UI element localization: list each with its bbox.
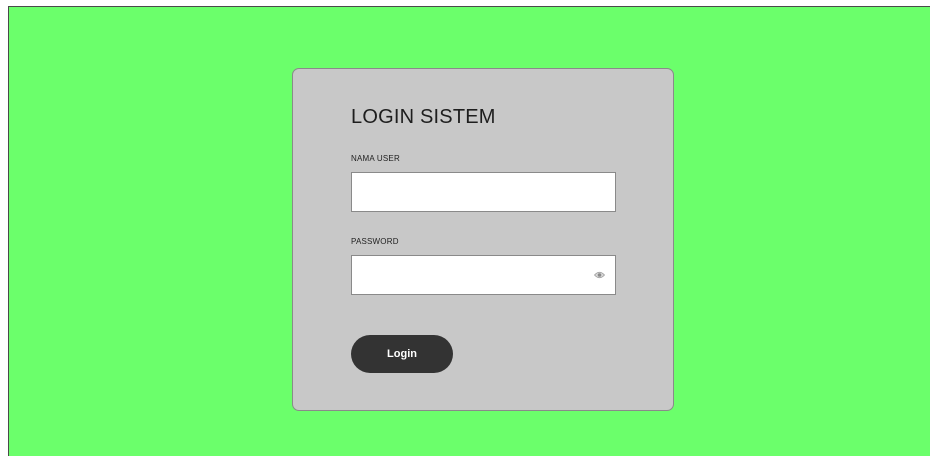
username-label: NAMA USER [351, 154, 400, 163]
password-input[interactable] [351, 255, 616, 295]
eye-icon[interactable] [592, 269, 606, 281]
login-button[interactable]: Login [351, 335, 453, 373]
username-input[interactable] [351, 172, 616, 212]
login-card: LOGIN SISTEM NAMA USER PASSWORD Login [292, 68, 674, 411]
page-background: LOGIN SISTEM NAMA USER PASSWORD Login [8, 6, 930, 456]
login-title: LOGIN SISTEM [351, 106, 496, 128]
password-label: PASSWORD [351, 237, 399, 246]
